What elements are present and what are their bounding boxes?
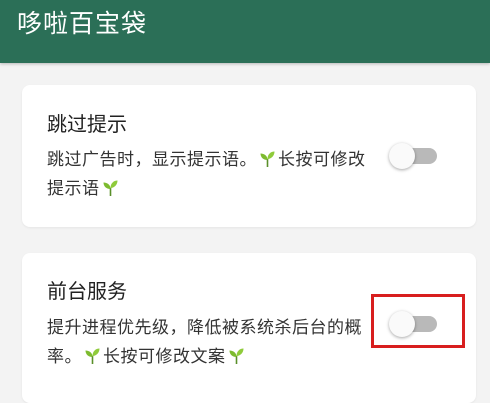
sprout-icon xyxy=(229,348,243,364)
highlight-box xyxy=(371,294,465,348)
setting-desc-part: 长按可修改文案 xyxy=(103,347,226,367)
sprout-icon xyxy=(85,348,100,364)
setting-desc-part: 跳过广告时，显示提示语。 xyxy=(47,150,257,170)
setting-card-skip-tip[interactable]: 跳过提示 跳过广告时，显示提示语。 长按可修改提示语 xyxy=(22,85,476,227)
sprout-icon xyxy=(260,151,275,167)
setting-description: 提升进程优先级，降低被系统杀后台的概率。 长按可修改文案 xyxy=(47,314,377,372)
app-bar: 哆啦百宝袋 xyxy=(0,0,490,63)
setting-title: 前台服务 xyxy=(47,279,127,303)
app-title: 哆啦百宝袋 xyxy=(17,9,148,38)
skip-tip-toggle[interactable] xyxy=(387,142,439,170)
sprout-icon xyxy=(103,180,117,196)
setting-description: 跳过广告时，显示提示语。 长按可修改提示语 xyxy=(47,146,377,204)
setting-title: 跳过提示 xyxy=(47,112,127,136)
toggle-thumb xyxy=(389,143,415,169)
